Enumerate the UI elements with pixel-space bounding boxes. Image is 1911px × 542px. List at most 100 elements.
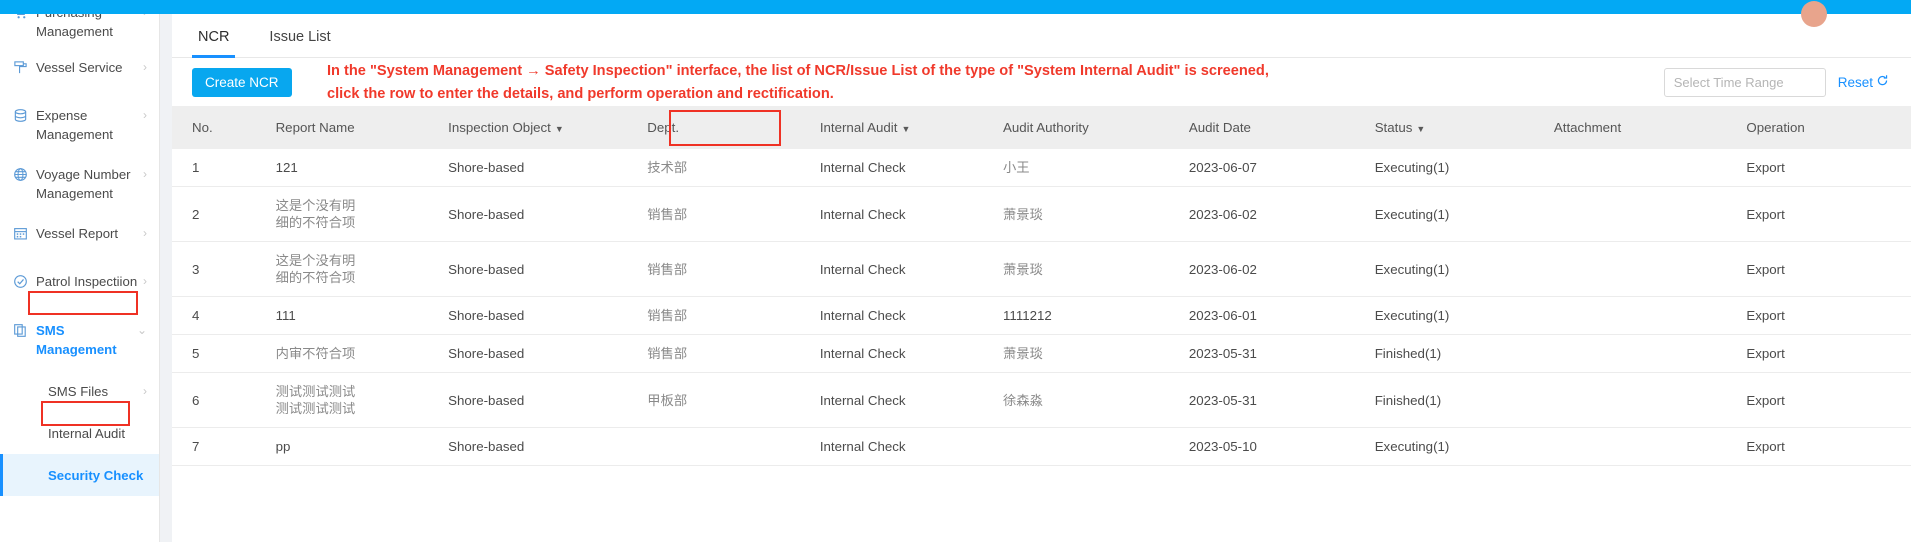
- table-row[interactable]: 7 pp Shore-based Internal Check 2023-05-10 Ex…: [172, 427, 1911, 466]
- table-row[interactable]: 3 这是个没有明 细的不符合项 Shore-based 销售部 Internal Che…: [172, 241, 1911, 297]
- cell-report-name: 内审不符合项: [267, 334, 441, 373]
- column-header-internal-audit[interactable]: Internal Audit ▼: [811, 106, 995, 149]
- chevron-right-icon: ›: [143, 167, 147, 181]
- cell-no: 4: [172, 296, 268, 335]
- database-icon: [10, 105, 30, 125]
- cell-attachment: [1545, 186, 1739, 242]
- column-header-dept: Dept.: [639, 106, 812, 149]
- top-app-bar: [0, 0, 1911, 27]
- cell-report-name: 这是个没有明 细的不符合项: [267, 186, 441, 242]
- table-header-row: No. Report Name Inspection Object ▼ Dept.…: [172, 106, 1911, 149]
- cell-report-name: 测试测试测试 测试测试测试: [267, 372, 441, 428]
- cell-inspection-object: Shore-based: [440, 149, 640, 187]
- table-header: No. Report Name Inspection Object ▼ Dept.…: [172, 106, 1911, 149]
- cell-status: Executing(1): [1366, 427, 1546, 466]
- cell-audit-authority: [995, 427, 1181, 466]
- sidebar-item-internal-audit[interactable]: Internal Audit: [0, 412, 159, 454]
- cell-audit-date: 2023-06-07: [1180, 149, 1367, 187]
- content-card: NCR Issue List Create NCR Reset: [172, 14, 1911, 542]
- sidebar-item-patrol-inspection[interactable]: Patrol Inspectiion ›: [0, 271, 159, 299]
- cell-dept: 销售部: [639, 334, 812, 373]
- chevron-right-icon: ›: [143, 274, 147, 288]
- cell-attachment: [1545, 296, 1739, 335]
- cell-dept: 销售部: [639, 296, 812, 335]
- table-row[interactable]: 4 111 Shore-based 销售部 Internal Check 1111212 2…: [172, 296, 1911, 335]
- time-range-input[interactable]: [1663, 67, 1826, 97]
- documents-icon: [10, 320, 30, 340]
- main-content: NCR Issue List Create NCR Reset: [160, 0, 1911, 542]
- cell-attachment: [1545, 372, 1739, 428]
- cell-audit-authority: 徐森淼: [995, 372, 1181, 428]
- cell-internal-audit: Internal Check: [811, 186, 995, 242]
- cell-no: 5: [172, 334, 268, 373]
- sidebar-item-vessel-service[interactable]: Vessel Service ›: [0, 57, 159, 85]
- sidebar-item-label: Patrol Inspectiion: [36, 274, 138, 289]
- tab-label: NCR: [198, 28, 230, 45]
- column-label: Status: [1374, 120, 1413, 135]
- sidebar-item-voyage-number-management[interactable]: Voyage Number Management ›: [0, 164, 159, 203]
- column-header-operation: Operation: [1738, 106, 1911, 149]
- cell-no: 2: [172, 186, 268, 242]
- cell-audit-date: 2023-06-02: [1180, 186, 1367, 242]
- cell-operation[interactable]: Export: [1738, 427, 1911, 466]
- cell-internal-audit: Internal Check: [811, 149, 995, 187]
- column-label: Audit Authority: [1003, 120, 1089, 135]
- column-header-status[interactable]: Status ▼: [1366, 106, 1546, 149]
- table-row[interactable]: 5 内审不符合项 Shore-based 销售部 Internal Check 萧景琰 20…: [172, 334, 1911, 373]
- toolbar-right-group: Reset: [1663, 67, 1889, 97]
- sidebar-item-sms-files[interactable]: SMS Files ›: [0, 370, 159, 412]
- cell-audit-date: 2023-05-31: [1180, 372, 1367, 428]
- cell-dept: 技术部: [639, 149, 812, 187]
- cell-audit-date: 2023-05-10: [1180, 427, 1367, 466]
- cell-operation[interactable]: Export: [1738, 186, 1911, 242]
- cell-operation[interactable]: Export: [1738, 149, 1911, 187]
- tab-issue-list[interactable]: Issue List: [263, 14, 336, 58]
- column-header-audit-authority: Audit Authority: [995, 106, 1181, 149]
- column-header-no: No.: [172, 106, 268, 149]
- cell-dept: 销售部: [639, 241, 812, 297]
- chevron-right-icon: ›: [143, 226, 147, 240]
- globe-icon: [10, 164, 30, 184]
- annotation-text: In the "System Management → Safety Inspe…: [327, 60, 1567, 106]
- tab-ncr[interactable]: NCR: [192, 14, 236, 58]
- sidebar-item-security-check[interactable]: Security Check: [0, 454, 159, 496]
- column-header-inspection-object[interactable]: Inspection Object ▼: [440, 106, 640, 149]
- sidebar-subitem-label: SMS Files: [48, 383, 109, 399]
- chevron-down-icon: ▼: [1416, 124, 1426, 134]
- cell-operation[interactable]: Export: [1738, 241, 1911, 297]
- table-row[interactable]: 2 这是个没有明 细的不符合项 Shore-based 销售部 Internal Che…: [172, 186, 1911, 242]
- cell-dept: [639, 427, 812, 466]
- chevron-down-icon: ▼: [901, 124, 911, 134]
- sidebar-item-expense-management[interactable]: Expense Management ›: [0, 105, 159, 144]
- avatar[interactable]: [1801, 1, 1827, 27]
- table-row[interactable]: 1 121 Shore-based 技术部 Internal Check 小王 2023-0…: [172, 149, 1911, 187]
- cell-inspection-object: Shore-based: [440, 186, 640, 242]
- cell-operation[interactable]: Export: [1738, 334, 1911, 373]
- paint-roller-icon: [10, 57, 30, 77]
- cell-audit-date: 2023-06-02: [1180, 241, 1367, 297]
- cell-status: Executing(1): [1366, 296, 1546, 335]
- column-label: Report Name: [275, 120, 355, 135]
- create-ncr-button[interactable]: Create NCR: [192, 67, 292, 97]
- cell-no: 3: [172, 241, 268, 297]
- cell-report-name: 111: [267, 296, 441, 335]
- sidebar-item-sms-management[interactable]: SMS Management ⌄: [0, 320, 159, 359]
- cell-internal-audit: Internal Check: [811, 427, 995, 466]
- sidebar-item-vessel-report[interactable]: Vessel Report ›: [0, 223, 159, 251]
- cell-operation[interactable]: Export: [1738, 296, 1911, 335]
- cell-status: Finished(1): [1366, 334, 1546, 373]
- chevron-down-icon: ⌄: [136, 323, 147, 337]
- column-label: No.: [192, 120, 213, 135]
- cell-report-name: 这是个没有明 细的不符合项: [267, 241, 441, 297]
- cell-dept: 销售部: [639, 186, 812, 242]
- toolbar: Create NCR Reset In the "System Manageme…: [172, 58, 1911, 106]
- cell-inspection-object: Shore-based: [440, 296, 640, 335]
- reset-button[interactable]: Reset: [1838, 74, 1889, 90]
- table-container: No. Report Name Inspection Object ▼ Dept.…: [172, 106, 1911, 466]
- cell-audit-date: 2023-05-31: [1180, 334, 1367, 373]
- ncr-table: No. Report Name Inspection Object ▼ Dept.…: [172, 106, 1911, 466]
- cell-operation[interactable]: Export: [1738, 372, 1911, 428]
- table-row[interactable]: 6 测试测试测试 测试测试测试 Shore-based 甲板部 Internal Che…: [172, 372, 1911, 428]
- column-label: Operation: [1746, 120, 1805, 135]
- column-label: Dept.: [647, 120, 680, 135]
